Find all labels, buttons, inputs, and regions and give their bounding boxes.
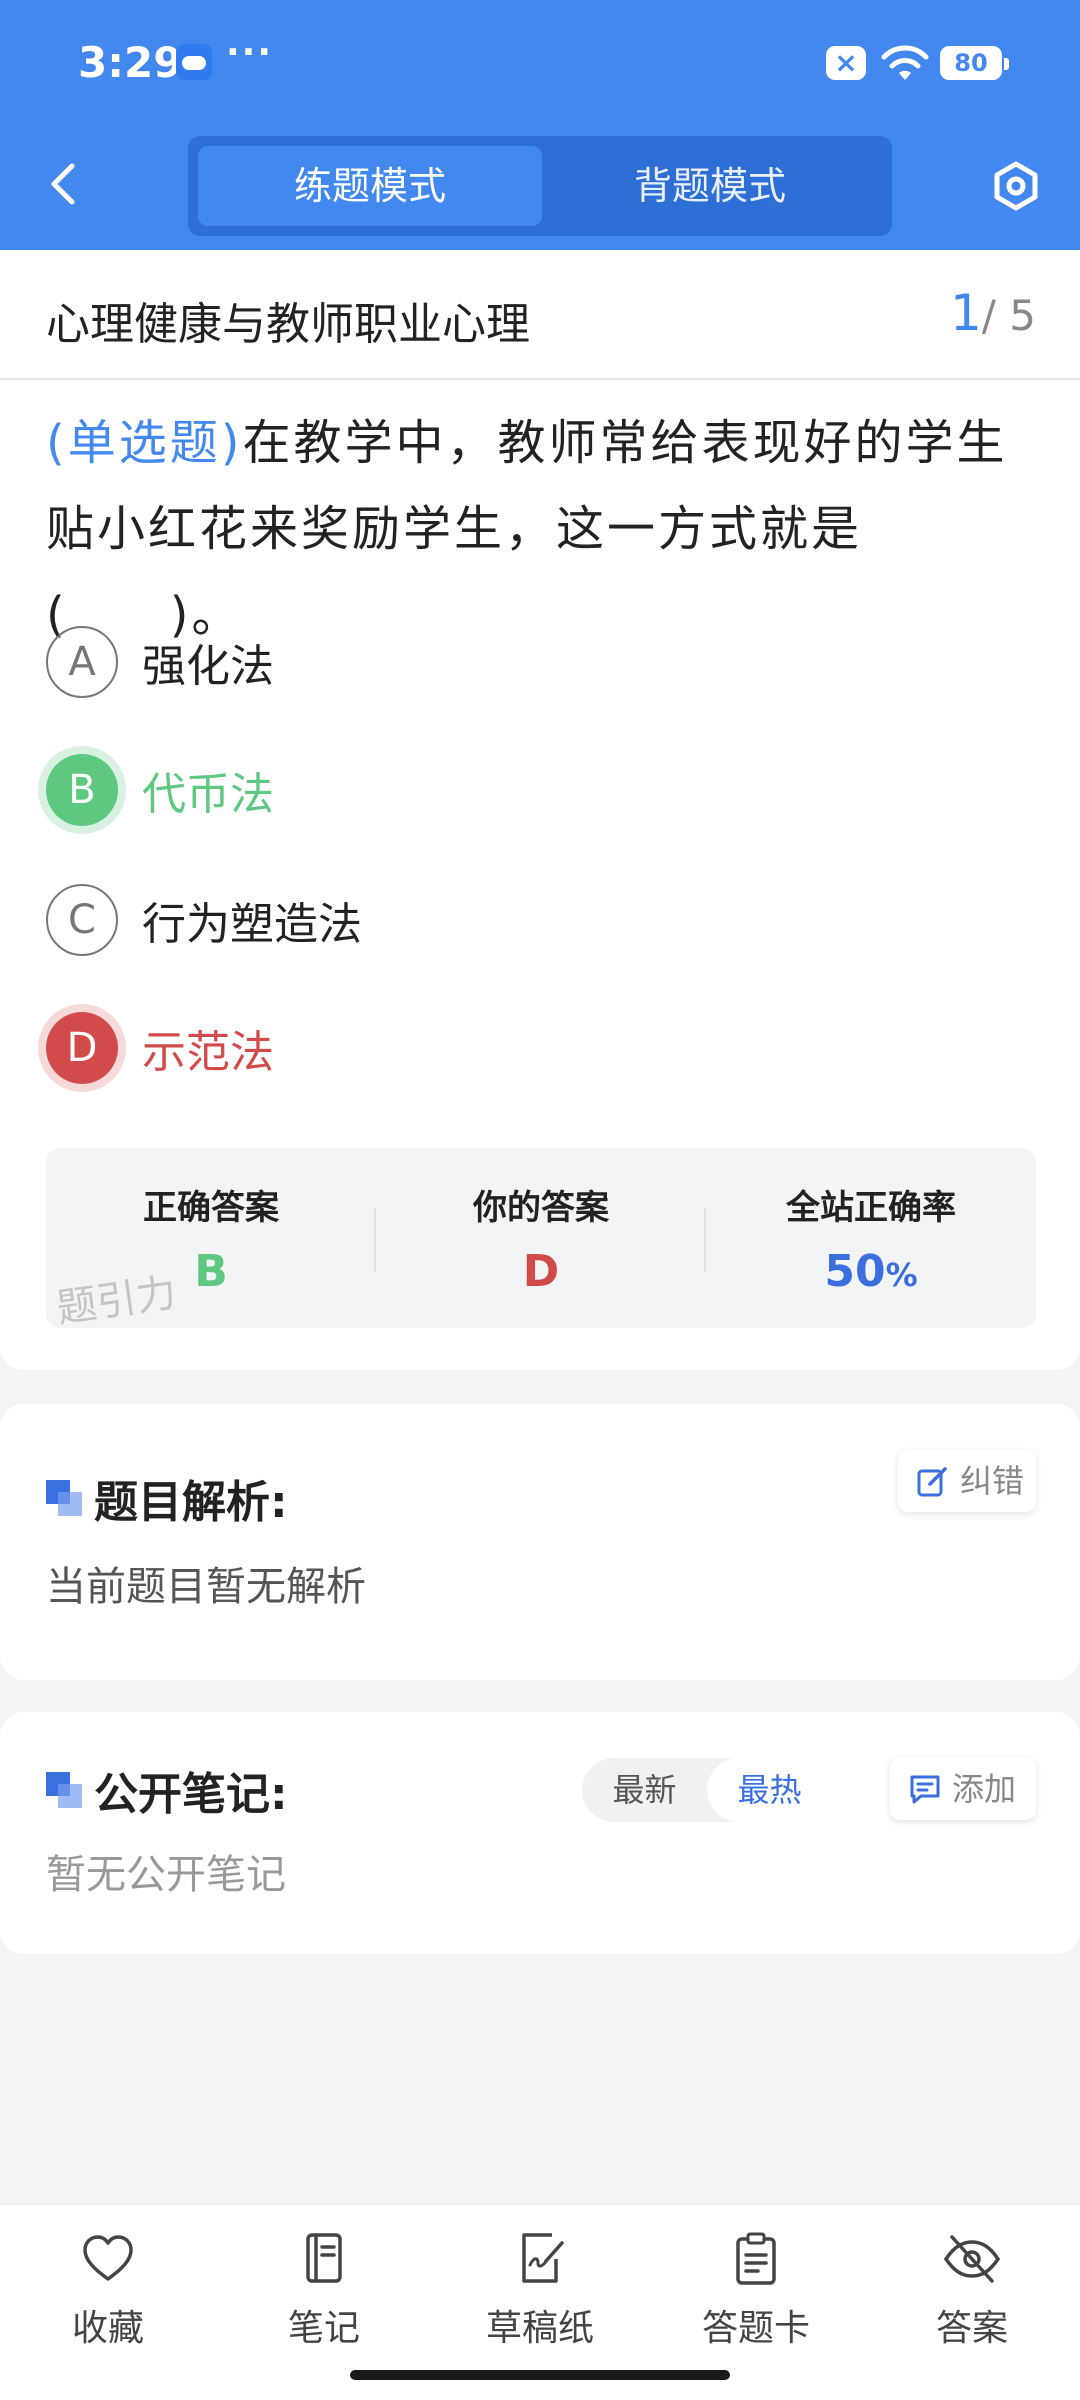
option-text: 行为塑造法 bbox=[142, 899, 362, 950]
progress-current: 1 bbox=[949, 284, 982, 342]
accuracy-label: 全站正确率 bbox=[786, 1188, 956, 1228]
your-answer-stat: 你的答案 D bbox=[376, 1148, 706, 1328]
nav-draft[interactable]: 草稿纸 bbox=[432, 2229, 648, 2359]
nav-label: 收藏 bbox=[71, 2308, 144, 2349]
tab-practice-mode[interactable]: 练题模式 bbox=[198, 146, 542, 226]
option-letter: B bbox=[46, 754, 118, 826]
notes-sort-toggle: 最新 最热 bbox=[582, 1758, 832, 1822]
section-icon bbox=[46, 1772, 84, 1810]
report-error-label: 纠错 bbox=[960, 1462, 1025, 1500]
accuracy-number: 50 bbox=[824, 1246, 886, 1297]
eye-off-icon bbox=[943, 2235, 1001, 2283]
nav-label: 答案 bbox=[935, 2308, 1008, 2349]
nav-label: 笔记 bbox=[287, 2308, 360, 2349]
option-letter: A bbox=[46, 626, 118, 698]
divider bbox=[0, 378, 1080, 380]
section-icon bbox=[46, 1480, 84, 1518]
answer-card-icon bbox=[736, 2232, 776, 2285]
status-bar: 3:29 ··· × 80 bbox=[0, 0, 1080, 125]
top-bar: 3:29 ··· × 80 练题模式 背题模式 bbox=[0, 0, 1080, 250]
analysis-title: 题目解析: bbox=[94, 1477, 288, 1528]
option-text: 示范法 bbox=[142, 1027, 274, 1078]
question-progress: 1/ 5 bbox=[950, 284, 1036, 342]
mode-switch: 练题模式 背题模式 bbox=[188, 136, 892, 236]
notebook-icon bbox=[306, 2233, 342, 2283]
sort-hottest[interactable]: 最热 bbox=[707, 1758, 832, 1822]
nav-answer-card[interactable]: 答题卡 bbox=[648, 2229, 864, 2359]
more-notifications-icon: ··· bbox=[226, 32, 274, 73]
option-text: 强化法 bbox=[142, 641, 274, 692]
analysis-card: 题目解析: 纠错 当前题目暂无解析 bbox=[0, 1404, 1080, 1680]
comment-icon bbox=[910, 1775, 940, 1804]
answer-result-panel: 正确答案 B 你的答案 D 全站正确率 50% 题引力 bbox=[46, 1148, 1036, 1328]
option-letter: D bbox=[46, 1012, 118, 1084]
notes-title: 公开笔记: bbox=[94, 1769, 288, 1820]
notes-empty-text: 暂无公开笔记 bbox=[46, 1852, 286, 1898]
status-time: 3:29 bbox=[78, 38, 183, 87]
nav-notes[interactable]: 笔记 bbox=[216, 2229, 432, 2359]
question-text: (单选题)在教学中，教师常给表现好的学生贴小红花来奖励学生，这一方式就是( )。 bbox=[46, 400, 1042, 658]
option-letter: C bbox=[46, 884, 118, 956]
option-text: 代币法 bbox=[142, 769, 274, 820]
draft-icon bbox=[522, 2233, 564, 2283]
back-arrow-icon[interactable] bbox=[44, 160, 84, 208]
accuracy-value: 50% bbox=[706, 1246, 1036, 1297]
weather-icon bbox=[176, 44, 212, 80]
analysis-empty-text: 当前题目暂无解析 bbox=[46, 1564, 366, 1610]
progress-total: / 5 bbox=[981, 291, 1036, 340]
sort-latest[interactable]: 最新 bbox=[582, 1758, 707, 1822]
edit-icon bbox=[917, 1467, 947, 1497]
battery-icon: 80 bbox=[940, 46, 1009, 80]
heart-icon bbox=[83, 2235, 133, 2281]
add-note-label: 添加 bbox=[952, 1770, 1017, 1808]
close-icon: × bbox=[826, 46, 866, 80]
accuracy-unit: % bbox=[885, 1256, 918, 1294]
correct-answer-label: 正确答案 bbox=[143, 1188, 279, 1228]
subject-title: 心理健康与教师职业心理 bbox=[46, 299, 530, 350]
wifi-icon bbox=[881, 45, 929, 80]
add-note-button[interactable]: 添加 bbox=[890, 1758, 1036, 1820]
question-card: 心理健康与教师职业心理 1/ 5 (单选题)在教学中，教师常给表现好的学生贴小红… bbox=[0, 250, 1080, 1370]
nav-label: 草稿纸 bbox=[485, 2308, 594, 2349]
your-answer-value: D bbox=[522, 1246, 560, 1297]
accuracy-stat: 全站正确率 50% bbox=[706, 1148, 1036, 1328]
nav-favorite[interactable]: 收藏 bbox=[0, 2229, 216, 2359]
home-indicator[interactable] bbox=[350, 2370, 730, 2380]
notes-card: 公开笔记: 最新 最热 添加 暂无公开笔记 bbox=[0, 1712, 1080, 1954]
nav-label: 答题卡 bbox=[701, 2308, 810, 2349]
question-type: (单选题) bbox=[46, 415, 243, 471]
nav-answer[interactable]: 答案 bbox=[864, 2229, 1080, 2359]
settings-icon[interactable] bbox=[988, 158, 1044, 214]
your-answer-label: 你的答案 bbox=[473, 1188, 609, 1228]
tab-memorize-mode[interactable]: 背题模式 bbox=[538, 146, 882, 226]
report-error-button[interactable]: 纠错 bbox=[898, 1450, 1036, 1512]
